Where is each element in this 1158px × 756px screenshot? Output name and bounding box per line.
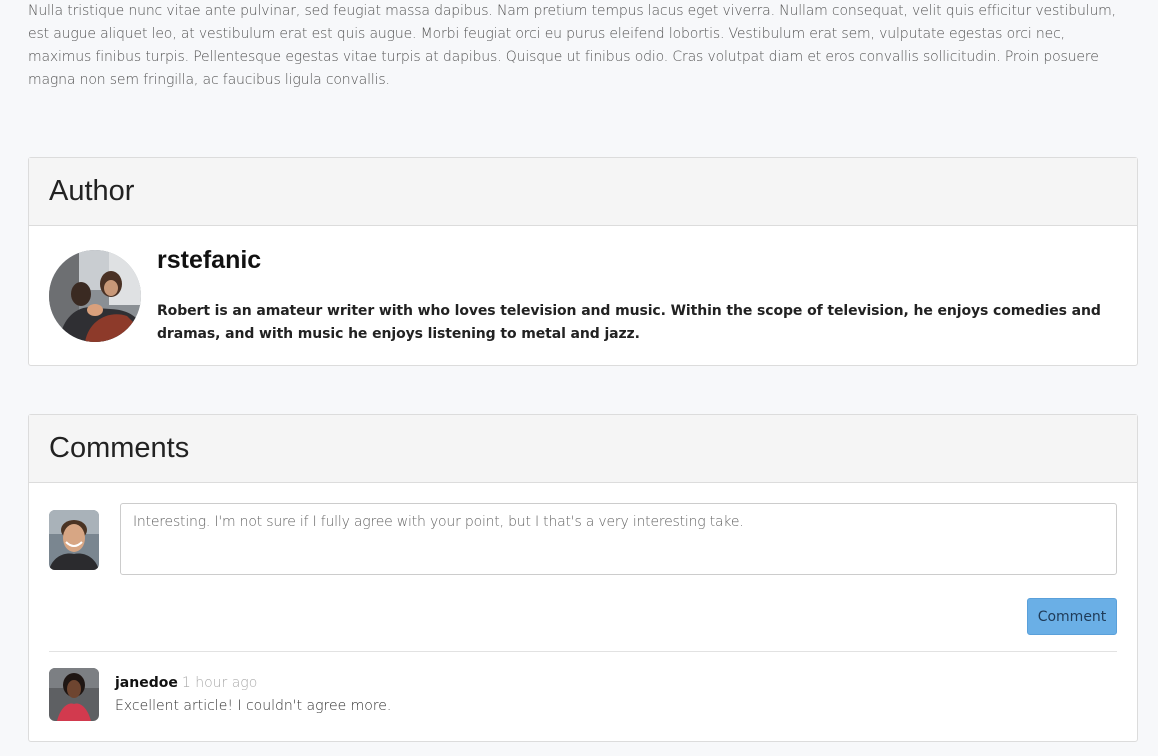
comments-card: Comments Interesting. I'm not sure if I … — [28, 414, 1138, 742]
author-name: rstefanic — [157, 246, 262, 274]
comment-item: janedoe 1 hour ago Excellent article! I c… — [49, 668, 1117, 728]
author-bio: Robert is an amateur writer with who lov… — [157, 303, 1101, 342]
author-heading: Author — [49, 175, 135, 207]
author-card-body: rstefanic Robert is an amateur writer wi… — [29, 226, 1137, 366]
comments-divider — [49, 651, 1117, 652]
author-card: Author rstefanic Robert is an amateur wr… — [28, 157, 1138, 366]
comments-heading: Comments — [49, 432, 190, 464]
article-paragraph: Nulla tristique nunc vitae ante pulvinar… — [28, 3, 1116, 88]
comment-header: janedoe 1 hour ago — [115, 675, 257, 691]
comment-input[interactable]: Interesting. I'm not sure if I fully agr… — [120, 503, 1117, 575]
comments-card-header: Comments — [29, 415, 1137, 483]
comment-submit-button[interactable]: Comment — [1027, 598, 1117, 635]
author-avatar — [49, 250, 141, 342]
comment-author[interactable]: janedoe — [115, 675, 178, 691]
comments-card-body: Interesting. I'm not sure if I fully agr… — [29, 483, 1137, 741]
commenter-avatar — [49, 668, 99, 721]
comment-timestamp: 1 hour ago — [181, 675, 258, 691]
author-card-header: Author — [29, 158, 1137, 226]
current-user-avatar — [49, 510, 99, 570]
comment-text: Excellent article! I couldn't agree more… — [115, 698, 392, 714]
